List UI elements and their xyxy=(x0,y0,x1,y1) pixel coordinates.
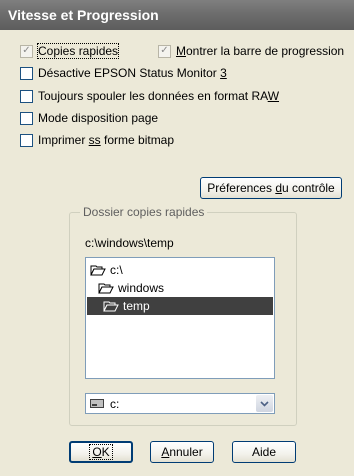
desactive-epson-box[interactable] xyxy=(20,66,33,80)
tree-item-label: temp xyxy=(123,299,150,313)
imprimer-bitmap-label: Imprimer ss forme bitmap xyxy=(38,133,175,147)
dialog-title: Vitesse et Progression xyxy=(0,0,354,30)
tree-item-label: windows xyxy=(118,281,165,295)
aide-button[interactable]: Aide xyxy=(232,441,296,463)
preferences-controle-label: Préferences du contrôle xyxy=(207,181,335,195)
dropdown-arrow[interactable] xyxy=(256,395,273,412)
montrer-barre-checkbox[interactable]: ✓ Montrer la barre de progression xyxy=(158,43,344,59)
aide-label: Aide xyxy=(251,445,277,459)
chevron-down-icon xyxy=(260,400,269,407)
copies-rapides-label: Copies rapides xyxy=(36,43,120,59)
tree-item-c-root[interactable]: c:\ xyxy=(90,261,240,279)
imprimer-bitmap-box[interactable] xyxy=(20,133,33,147)
toujours-spouler-box[interactable] xyxy=(20,89,33,103)
montrer-barre-label: Montrer la barre de progression xyxy=(176,44,345,58)
folder-tree[interactable]: c:\ windows temp xyxy=(85,257,275,379)
tree-item-temp[interactable]: temp xyxy=(87,297,273,315)
copies-rapides-box[interactable]: ✓ xyxy=(20,44,33,58)
preferences-controle-button[interactable]: Préferences du contrôle xyxy=(200,177,342,199)
copies-rapides-checkbox[interactable]: ✓ Copies rapides xyxy=(20,43,120,59)
annuler-label: Annuler xyxy=(161,445,203,459)
dossier-group-title: Dossier copies rapides xyxy=(80,205,208,219)
toujours-spouler-checkbox[interactable]: Toujours spouler les données en format R… xyxy=(20,88,279,104)
annuler-button[interactable]: Annuler xyxy=(150,441,214,463)
mode-disposition-label: Mode disposition page xyxy=(38,111,159,125)
drive-value: c: xyxy=(110,396,120,411)
ok-button[interactable]: OK xyxy=(69,441,133,463)
tree-item-windows[interactable]: windows xyxy=(98,279,248,297)
open-folder-icon xyxy=(98,283,114,294)
toujours-spouler-label: Toujours spouler les données en format R… xyxy=(38,89,280,103)
mode-disposition-checkbox[interactable]: Mode disposition page xyxy=(20,110,158,126)
tree-item-label: c:\ xyxy=(110,263,123,277)
checkmark-icon: ✓ xyxy=(160,45,169,56)
ok-label: OK xyxy=(89,444,113,460)
montrer-barre-box[interactable]: ✓ xyxy=(158,44,171,58)
current-path: c:\windows\temp xyxy=(85,236,174,250)
checkmark-icon: ✓ xyxy=(22,45,31,56)
drive-select[interactable]: c: xyxy=(85,393,275,414)
mode-disposition-box[interactable] xyxy=(20,111,33,125)
drive-icon xyxy=(90,399,104,408)
desactive-epson-label: Désactive EPSON Status Monitor 3 xyxy=(38,66,227,80)
open-folder-icon xyxy=(103,301,119,312)
open-folder-icon xyxy=(90,265,106,276)
desactive-epson-checkbox[interactable]: Désactive EPSON Status Monitor 3 xyxy=(20,65,227,81)
imprimer-bitmap-checkbox[interactable]: Imprimer ss forme bitmap xyxy=(20,132,174,148)
